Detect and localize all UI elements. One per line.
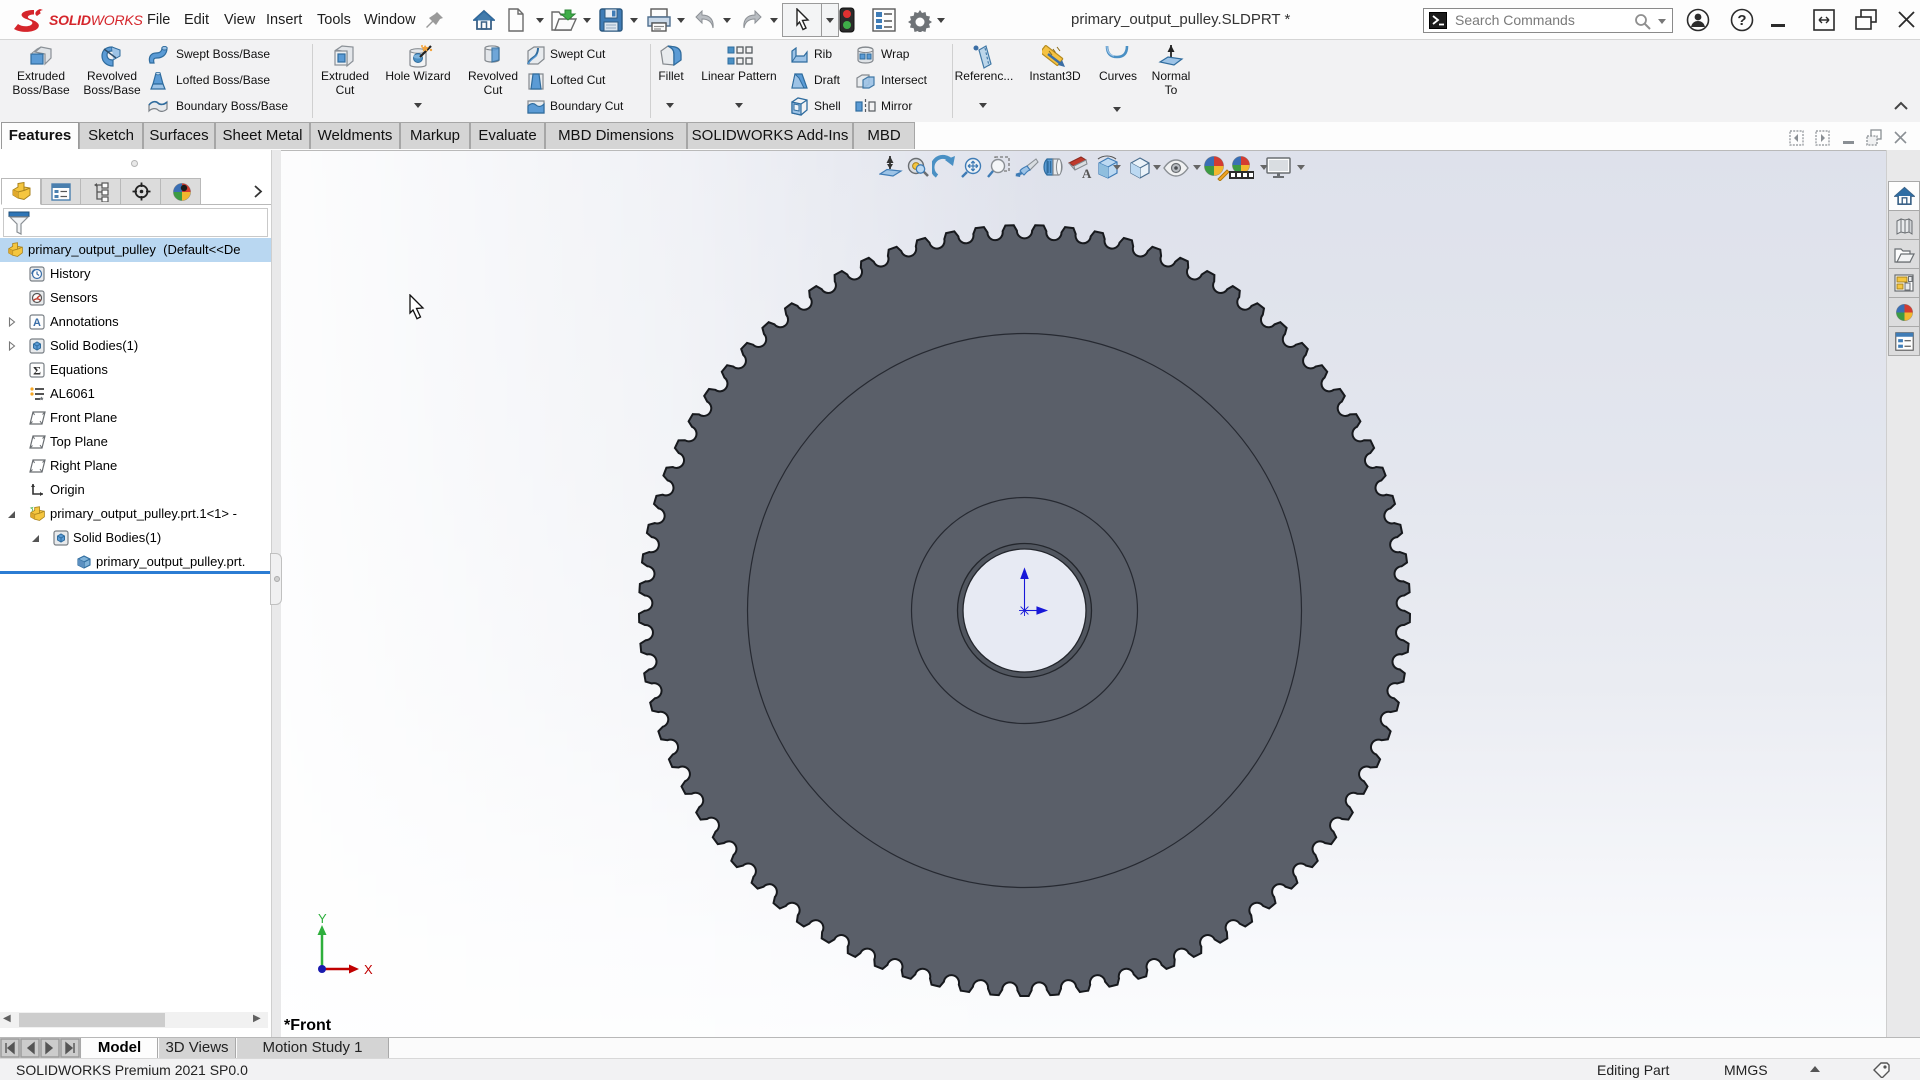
svg-text:X: X (364, 962, 373, 977)
svg-text:A: A (33, 317, 41, 329)
svg-text:?: ? (1737, 12, 1746, 29)
svg-text:Σ: Σ (33, 364, 41, 378)
svg-text:A: A (1082, 166, 1092, 180)
svg-text:Y: Y (318, 911, 327, 926)
